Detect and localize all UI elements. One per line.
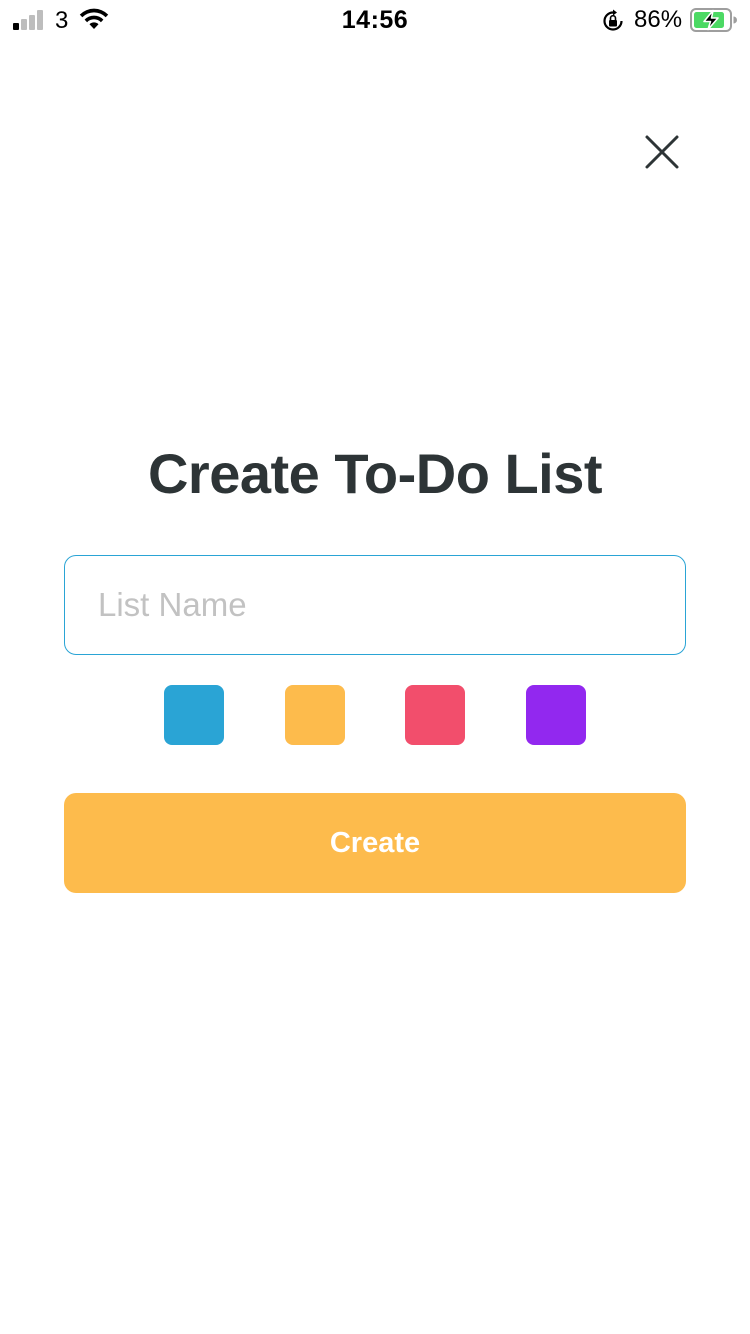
- close-button[interactable]: [638, 128, 686, 176]
- battery-percent: 86%: [634, 6, 683, 33]
- color-swatch-red[interactable]: [405, 685, 465, 745]
- page-title: Create To-Do List: [147, 442, 603, 505]
- color-swatch-blue[interactable]: [164, 685, 224, 745]
- close-icon: [645, 135, 679, 169]
- list-name-input[interactable]: [64, 555, 686, 655]
- status-bar: 3 14:56 86%: [0, 0, 750, 40]
- battery-charging-icon: [690, 8, 738, 37]
- orientation-lock-icon: [601, 9, 625, 38]
- color-swatch-purple[interactable]: [526, 685, 586, 745]
- color-swatch-orange[interactable]: [285, 685, 345, 745]
- create-button[interactable]: Create: [64, 793, 686, 893]
- color-picker: [0, 685, 750, 745]
